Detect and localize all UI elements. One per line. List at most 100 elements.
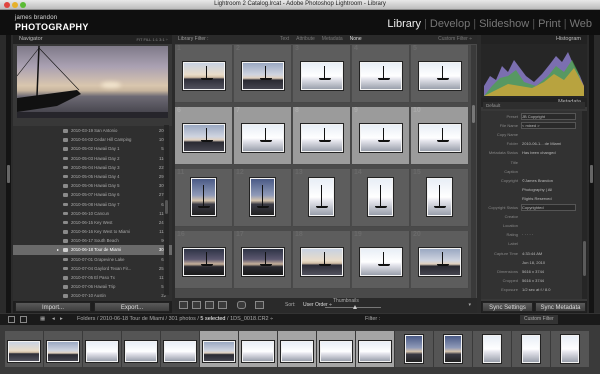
grid-cell[interactable]: 9 [352,107,410,165]
filmstrip-thumb[interactable] [122,331,160,367]
toolbar-menu-icon[interactable]: ▾ [468,302,471,308]
filmstrip-thumb[interactable] [356,331,394,367]
filmstrip-thumb[interactable] [512,331,550,367]
photo-thumbnail[interactable] [242,124,284,152]
second-window-icon[interactable] [20,316,27,323]
histogram-header[interactable]: Histogram [481,35,587,44]
grid-cell[interactable]: 17 [234,231,292,289]
photo-thumbnail[interactable] [183,62,225,90]
filmstrip-thumb[interactable] [239,331,277,367]
photo-thumbnail[interactable] [301,62,343,90]
photo-thumbnail[interactable] [360,62,402,90]
photo-thumbnail[interactable] [360,248,402,276]
folder-row[interactable]: 2010-05-05 Hawaii Day 4 291 [13,172,172,181]
grid-cell[interactable]: 2 [234,45,292,103]
forward-arrow-icon[interactable]: ▸ [60,314,63,325]
grid-cell[interactable]: 12 [234,169,292,227]
photo-thumbnail[interactable] [419,62,461,90]
navigator-header[interactable]: Navigator FIT FILL 1:1 3:1 ÷ [13,35,172,44]
folder-row[interactable]: 2010-05-08 Hawaii Day 763 [13,200,172,209]
photo-thumbnail[interactable] [419,248,461,276]
folder-row[interactable]: 2010-07-10 Austin 22 [13,291,172,300]
grid-cell[interactable]: 4 [352,45,410,103]
filmstrip-thumb[interactable] [200,331,238,367]
grid-cell[interactable]: 8 [293,107,351,165]
filmstrip-thumb[interactable] [473,331,511,367]
grid-scrollbar[interactable] [471,45,476,298]
loupe-view-icon[interactable] [192,301,201,309]
grid-cell[interactable]: 1 [175,45,233,103]
folder-row[interactable]: 2010-05-02 Hawaii Day 152 [13,144,172,153]
navigator-preview[interactable] [17,46,168,118]
filmstrip-thumb[interactable] [161,331,199,367]
sort-direction-icon[interactable] [255,301,264,309]
photo-thumbnail[interactable] [301,248,343,276]
custom-filter-select[interactable]: Custom Filter ÷ [438,35,472,44]
photo-thumbnail[interactable] [242,62,284,90]
grid-cell[interactable]: 18 [293,231,351,289]
folder-row[interactable]: 2010-05-03 Hawaii Day 2 116 [13,154,172,163]
folder-row[interactable]: 2010-07-05 El Paso Tx 117 [13,273,172,282]
metadata-value[interactable]: < mixed > [522,123,540,128]
photo-thumbnail[interactable] [242,248,284,276]
sync-metadata-button[interactable]: Sync Metadata [535,302,586,312]
photo-thumbnail[interactable] [301,124,343,152]
right-panel-toggle[interactable] [589,35,594,313]
folder-row[interactable]: 2010-06-16 Key West to Miami 112 [13,227,172,236]
grid-cell[interactable]: 7 [234,107,292,165]
module-library[interactable]: Library [387,18,421,30]
grid-cell[interactable]: 16 [175,231,233,289]
grid-cell[interactable]: 20 [411,231,469,289]
filmstrip-breadcrumb[interactable]: Folders / 2010-06-18 Tour de Miami / 301… [77,314,273,325]
grid-cell[interactable]: 5 [411,45,469,103]
filter-tab-attribute[interactable]: Attribute [296,36,315,42]
main-window-icon[interactable] [8,316,15,323]
right-panel-scrollbar[interactable] [582,111,587,299]
filmstrip-thumb[interactable] [395,331,433,367]
grid-scroll-thumb[interactable] [472,105,475,123]
filmstrip-thumb[interactable] [317,331,355,367]
left-panel-scrollbar[interactable] [164,125,169,295]
filmstrip-custom-filter[interactable]: Custom Filter [520,315,558,324]
folder-row[interactable]: 2010-03-19 San Antonio 206 [13,126,172,135]
photo-thumbnail[interactable] [191,178,216,216]
photo-thumbnail[interactable] [360,124,402,152]
grid-cell[interactable]: 19 [352,231,410,289]
filter-tab-none[interactable]: None [350,36,362,42]
filmstrip-thumb[interactable] [83,331,121,367]
folder-row[interactable]: 2010-05-04 Hawaii Day 3 225 [13,163,172,172]
filmstrip-thumb[interactable] [44,331,82,367]
grid-mode-icon[interactable]: ▦ [40,314,45,325]
filmstrip-thumb[interactable] [551,331,589,367]
folder-row[interactable]: 2010-07-04 Gaylord Texan Fir... 251 [13,264,172,273]
folder-row[interactable]: 2010-06-17 South Beach96 [13,236,172,245]
import-button[interactable]: Import... [15,302,91,312]
grid-cell[interactable]: 6 [175,107,233,165]
module-slideshow[interactable]: Slideshow [479,18,529,30]
module-print[interactable]: Print [538,18,561,30]
folder-row[interactable]: 2010-07-06 Hawaii Trip51 [13,282,172,291]
metadata-preset-select[interactable]: Default [483,102,585,109]
thumbnail-slider-knob[interactable] [353,305,357,309]
folder-row[interactable]: 2010-07-01 Grapevine Lake63 [13,255,172,264]
compare-view-icon[interactable] [205,301,214,309]
photo-thumbnail[interactable] [368,178,393,216]
folder-row[interactable]: 2010-06-10 Cancun 115 [13,209,172,218]
sync-settings-button[interactable]: Sync Settings [482,302,533,312]
metadata-value[interactable]: Copyrighted [522,205,544,210]
grid-view-icon[interactable] [179,301,188,309]
photo-thumbnail[interactable] [183,124,225,152]
export-button[interactable]: Export... [94,302,170,312]
navigator-zoom-options[interactable]: FIT FILL 1:1 3:1 ÷ [136,35,168,44]
folder-row[interactable]: 2010-05-07 Hawaii Day 6 276 [13,190,172,199]
survey-view-icon[interactable] [218,301,227,309]
filmstrip-thumb[interactable] [5,331,43,367]
painter-icon[interactable] [237,301,246,309]
photo-thumbnail[interactable] [250,178,275,216]
metadata-value[interactable]: JB Copyright [522,114,545,119]
grid-cell[interactable]: 15 [411,169,469,227]
right-scroll-thumb[interactable] [583,241,586,276]
folder-row[interactable]: 2010-06-15 Key West 241 [13,218,172,227]
folder-row[interactable]: 2010-05-06 Hawaii Day 5 309 [13,181,172,190]
back-arrow-icon[interactable]: ◂ [52,314,55,325]
